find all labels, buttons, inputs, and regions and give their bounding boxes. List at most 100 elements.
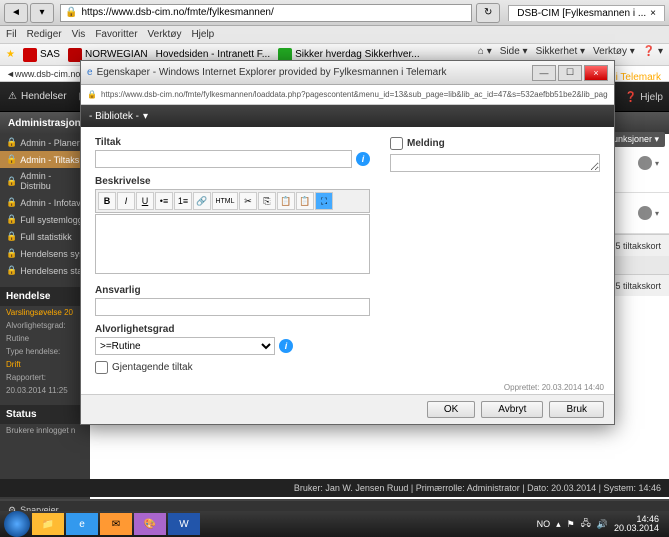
hendelse-title: Hendelse xyxy=(0,287,90,306)
hendelse-type-label: Type hendelse: xyxy=(0,345,90,358)
back-button[interactable]: ◄ xyxy=(4,3,28,23)
info-icon[interactable]: i xyxy=(279,339,293,353)
dialog-url-bar[interactable]: 🔒 https://www.dsb-cim.no/fmte/fylkesmann… xyxy=(81,85,614,105)
menu-verktoy[interactable]: Verktøy xyxy=(148,29,182,40)
lock-icon: 🔒 xyxy=(6,137,17,148)
tray-date: 20.03.2014 xyxy=(614,524,659,533)
fullscreen-button[interactable]: ⛶ xyxy=(315,192,333,210)
taskbar-outlook[interactable]: ✉ xyxy=(100,513,132,535)
close-tab-icon[interactable]: × xyxy=(650,8,656,19)
chevron-down-icon[interactable]: ▾ xyxy=(655,159,659,168)
taskbar-word[interactable]: W xyxy=(168,513,200,535)
beskrivelse-input[interactable] xyxy=(95,214,370,274)
tiltaks-count: 5 tiltakskort xyxy=(615,241,661,251)
sidebar-systemlogg[interactable]: 🔒Full systemlogg xyxy=(0,211,90,228)
link-button[interactable]: 🔗 xyxy=(193,192,211,210)
refresh-button[interactable]: ↻ xyxy=(476,3,500,23)
bullets-button[interactable]: •≡ xyxy=(155,192,173,210)
browser-nav: ◄ ▾ 🔒 https://www.dsb-cim.no/fmte/fylkes… xyxy=(0,0,669,26)
numbered-button[interactable]: 1≡ xyxy=(174,192,192,210)
forward-button[interactable]: ▾ xyxy=(30,3,54,23)
hendelser-tab[interactable]: ⚠ Hendelser xyxy=(8,91,67,102)
home-icon[interactable]: ⌂ ▾ xyxy=(478,46,492,57)
hendelse-type: Drift xyxy=(0,358,90,371)
minimize-button[interactable]: — xyxy=(532,65,556,81)
bold-button[interactable]: B xyxy=(98,192,116,210)
sidebar-hendelsens-sys[interactable]: 🔒Hendelsens sys xyxy=(0,245,90,262)
tray-sound-icon[interactable]: 🔊 xyxy=(597,519,608,530)
bookmark-hovedsiden[interactable]: Hovedsiden - Intranett F... xyxy=(156,49,271,60)
sidebar-admin-tiltaks[interactable]: 🔒Admin - Tiltaks xyxy=(0,151,90,168)
tray-lang[interactable]: NO xyxy=(537,519,551,529)
hendelse-alv-label: Alvorlighetsgrad: xyxy=(0,319,90,332)
ansvarlig-label: Ansvarlig xyxy=(95,285,370,296)
url-bar[interactable]: 🔒 https://www.dsb-cim.no/fmte/fylkesmann… xyxy=(60,4,472,22)
menu-hjelp[interactable]: Hjelp xyxy=(191,29,214,40)
sidebar-admin-planer[interactable]: 🔒Admin - Planer xyxy=(0,134,90,151)
bruk-button[interactable]: Bruk xyxy=(549,401,604,418)
close-button[interactable]: × xyxy=(584,65,608,81)
tray-flag-icon[interactable]: ⚑ xyxy=(567,519,575,530)
sidebar-admin-distribu[interactable]: 🔒Admin - Distribu xyxy=(0,168,90,194)
menu-rediger[interactable]: Rediger xyxy=(27,29,62,40)
menu-fil[interactable]: Fil xyxy=(6,29,17,40)
beskrivelse-label: Beskrivelse xyxy=(95,176,370,187)
hendelse-rapp-label: Rapportert: xyxy=(0,371,90,384)
favorites-star-icon[interactable]: ★ xyxy=(6,49,15,60)
ok-button[interactable]: OK xyxy=(427,401,475,418)
menu-vis[interactable]: Vis xyxy=(72,29,86,40)
gear-icon[interactable] xyxy=(638,156,652,170)
italic-button[interactable]: I xyxy=(117,192,135,210)
status-title: Status xyxy=(0,405,90,424)
tittak-input[interactable] xyxy=(95,150,352,168)
app-status-bar: Bruker: Jan W. Jensen Ruud | Primærrolle… xyxy=(0,479,669,497)
browser-tab[interactable]: DSB-CIM [Fylkesmannen i ... × xyxy=(508,5,665,21)
gjentagende-label: Gjentagende tiltak xyxy=(112,362,193,373)
tiltaks-count: 5 tiltakskort xyxy=(615,281,661,291)
status-right: Bruker: Jan W. Jensen Ruud | Primærrolle… xyxy=(294,483,661,493)
lock-icon: 🔒 xyxy=(6,154,17,165)
hendelse-name: Varslingsøvelse 20 xyxy=(0,306,90,319)
html-button[interactable]: HTML xyxy=(212,192,238,210)
gjentagende-checkbox[interactable] xyxy=(95,361,108,374)
bookmark-sas[interactable]: SAS xyxy=(23,48,60,62)
melding-checkbox[interactable] xyxy=(390,137,403,150)
status-sub: Brukere innlogget n xyxy=(0,424,90,437)
melding-input[interactable] xyxy=(390,154,600,172)
underline-button[interactable]: U xyxy=(136,192,154,210)
dialog-title-bar[interactable]: e Egenskaper - Windows Internet Explorer… xyxy=(81,61,614,85)
tray-up-icon[interactable]: ▴ xyxy=(556,519,561,530)
alv-select[interactable]: >=Rutine xyxy=(95,337,275,355)
avbryt-button[interactable]: Avbryt xyxy=(481,401,543,418)
gear-icon[interactable] xyxy=(638,206,652,220)
paste2-button[interactable]: 📋 xyxy=(296,192,314,210)
sikkerhet-menu[interactable]: Sikkerhet ▾ xyxy=(536,46,585,57)
side-menu[interactable]: Side ▾ xyxy=(500,46,528,57)
system-tray[interactable]: NO ▴ ⚑ 🖧 🔊 14:46 20.03.2014 xyxy=(537,515,665,533)
tray-network-icon[interactable]: 🖧 xyxy=(581,516,591,532)
ie-icon: e xyxy=(87,67,93,78)
sidebar-hendelsens-sta[interactable]: 🔒Hendelsens sta xyxy=(0,262,90,279)
chevron-down-icon[interactable]: ▾ xyxy=(655,209,659,218)
lock-icon: 🔒 xyxy=(6,214,17,225)
paste-button[interactable]: 📋 xyxy=(277,192,295,210)
melding-label: Melding xyxy=(407,138,445,149)
info-icon[interactable]: i xyxy=(356,152,370,166)
maximize-button[interactable]: ☐ xyxy=(558,65,582,81)
start-button[interactable] xyxy=(4,511,30,537)
menu-favoritter[interactable]: Favoritter xyxy=(95,29,137,40)
ansvarlig-input[interactable] xyxy=(95,298,370,316)
url-text: https://www.dsb-cim.no/fmte/fylkesmannen… xyxy=(81,7,273,18)
sidebar-admin-infotavl[interactable]: 🔒Admin - Infotavl xyxy=(0,194,90,211)
dialog-tab[interactable]: - Bibliotek - ▾ xyxy=(81,105,614,127)
browser-toolbar-right: ⌂ ▾ Side ▾ Sikkerhet ▾ Verktøy ▾ ❓ ▾ xyxy=(478,46,663,57)
taskbar-explorer[interactable]: 📁 xyxy=(32,513,64,535)
help-menu[interactable]: ❓ ▾ xyxy=(643,46,663,57)
taskbar-app[interactable]: 🎨 xyxy=(134,513,166,535)
copy-button[interactable]: ⎘ xyxy=(258,192,276,210)
sidebar-statistikk[interactable]: 🔒Full statistikk xyxy=(0,228,90,245)
taskbar-ie[interactable]: e xyxy=(66,513,98,535)
cut-button[interactable]: ✂ xyxy=(239,192,257,210)
hjelp-link[interactable]: ❓Hjelp xyxy=(625,92,663,103)
verktoy-menu[interactable]: Verktøy ▾ xyxy=(593,46,635,57)
